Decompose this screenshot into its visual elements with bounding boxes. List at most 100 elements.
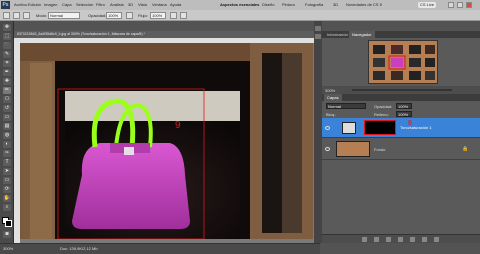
menu-vista[interactable]: Vista <box>138 0 147 10</box>
gradient-tool-icon[interactable]: ▤ <box>3 123 11 130</box>
layer-annotation-number: 8 <box>408 120 412 127</box>
type-tool-icon[interactable]: T <box>3 159 11 166</box>
trash-icon[interactable] <box>434 237 439 242</box>
photo-illustration: 9 <box>20 43 313 239</box>
opacity-label: Opacidad: <box>88 13 107 18</box>
history-brush-tool-icon[interactable]: ↺ <box>3 105 11 112</box>
layer-name-hue-saturation[interactable]: Tono/saturación 1 <box>400 125 432 130</box>
menu-edicion[interactable]: Edición <box>28 0 41 10</box>
menu-seleccion[interactable]: Selección <box>76 0 93 10</box>
actions-panel-icon[interactable] <box>315 34 321 39</box>
new-group-icon[interactable] <box>410 237 415 242</box>
workspace-current[interactable]: Aspectos esenciales <box>220 1 259 9</box>
dodge-tool-icon[interactable]: ◐ <box>3 141 11 148</box>
path-select-tool-icon[interactable]: ➤ <box>3 168 11 175</box>
cs-live-label: CS Live <box>420 2 435 7</box>
canvas-annotation-number: 9 <box>175 120 181 131</box>
tools-panel: ✥ ⬚ ➰ ✎ ⌗ ✒ ✚ ✏ ⎔ ↺ ▭ ▤ ◍ ◐ ✑ T ➤ ▭ ⟳ ✋ … <box>0 21 14 243</box>
document-tab[interactable]: 8370215843_6a4f35d8c9_b.jpg al 300% (Ton… <box>14 31 314 38</box>
marquee-tool-icon[interactable]: ⬚ <box>3 33 11 40</box>
add-mask-icon[interactable] <box>386 237 391 242</box>
tab-navegador[interactable]: Navegador <box>349 31 375 38</box>
doc-size-info[interactable]: Doc: 139,9K/2,12 Mb <box>60 246 98 251</box>
crop-tool-icon[interactable]: ⌗ <box>3 60 11 67</box>
layer-name-fondo[interactable]: Fondo <box>374 147 385 152</box>
link-layers-icon[interactable] <box>362 237 367 242</box>
flow-field[interactable]: 100% <box>150 12 166 19</box>
menu-imagen[interactable]: Imagen <box>44 0 57 10</box>
close-button[interactable] <box>466 2 472 8</box>
new-layer-icon[interactable] <box>422 237 427 242</box>
workspace-pintura[interactable]: Pintura <box>282 1 295 9</box>
menu-3d[interactable]: 3D <box>128 0 133 10</box>
layer-row-fondo[interactable]: Fondo 🔒 <box>322 138 480 160</box>
menu-capa[interactable]: Capa <box>62 0 72 10</box>
document-title: 8370215843_6a4f35d8c9_b.jpg al 300% (Ton… <box>17 32 145 36</box>
zoom-tool-icon[interactable]: ⌕ <box>3 204 11 211</box>
flow-label: Flujo: <box>138 13 148 18</box>
zoom-level[interactable]: 300% <box>3 246 13 251</box>
navigator-zoom-row: 300% <box>322 86 480 94</box>
layer-visibility-eye-icon[interactable] <box>325 126 330 130</box>
layer-opacity-field[interactable]: 100% <box>396 103 412 109</box>
quick-select-tool-icon[interactable]: ✎ <box>3 51 11 58</box>
navigator-zoom-value[interactable]: 300% <box>325 88 335 93</box>
menu-analisis[interactable]: Análisis <box>110 0 124 10</box>
menu-archivo[interactable]: Archivo <box>14 0 27 10</box>
tab-informacion[interactable]: Información <box>324 31 351 38</box>
navigator-preview <box>369 41 437 83</box>
toggle-brush-panel-icon[interactable] <box>23 12 30 19</box>
lock-label: Bloq.: <box>326 112 337 117</box>
menu-filtro[interactable]: Filtro <box>96 0 105 10</box>
quick-mask-icon[interactable]: ◙ <box>3 231 11 238</box>
eyedropper-tool-icon[interactable]: ✒ <box>3 69 11 76</box>
tab-capas[interactable]: Capas <box>324 94 342 101</box>
layer-mask-thumbnail[interactable] <box>364 120 396 135</box>
options-bar: Modo: Normal Opacidad: 100% Flujo: 100% <box>0 10 480 21</box>
layers-tabs: Capas <box>322 94 480 101</box>
mode-select[interactable]: Normal <box>48 12 80 19</box>
clone-stamp-tool-icon[interactable]: ⎔ <box>3 96 11 103</box>
navigator-zoom-slider[interactable] <box>352 89 452 91</box>
lasso-tool-icon[interactable]: ➰ <box>3 42 11 49</box>
blend-mode-select[interactable]: Normal <box>326 103 366 109</box>
cs-live-button[interactable]: CS Live <box>418 2 437 8</box>
app-bar: Ps Archivo Edición Imagen Capa Selección… <box>0 0 480 10</box>
eraser-tool-icon[interactable]: ▭ <box>3 114 11 121</box>
workspace-3d[interactable]: 3D <box>333 1 338 9</box>
app-logo: Ps <box>1 1 10 9</box>
image-canvas[interactable]: 9 <box>20 43 313 239</box>
shape-tool-icon[interactable]: ▭ <box>3 177 11 184</box>
maximize-button[interactable] <box>457 2 463 8</box>
workspace-diseno[interactable]: Diseño <box>262 1 274 9</box>
brush-tool-icon[interactable]: ✏ <box>3 87 11 94</box>
minimize-button[interactable] <box>448 2 454 8</box>
lock-icon: 🔒 <box>462 146 469 152</box>
background-color-swatch[interactable] <box>5 220 12 227</box>
hand-tool-icon[interactable]: ✋ <box>3 195 11 202</box>
brush-size-icon[interactable] <box>13 12 20 19</box>
adjustment-icon[interactable] <box>398 237 403 242</box>
workspace-novedades[interactable]: Novedades de CS 5 <box>346 1 382 9</box>
brush-preset-icon[interactable] <box>3 12 10 19</box>
mode-label: Modo: <box>36 13 48 18</box>
layer-fill-field[interactable]: 100% <box>396 111 412 117</box>
menu-ayuda[interactable]: Ayuda <box>170 0 181 10</box>
layers-bottom-toolbar <box>322 234 480 243</box>
3d-rotate-tool-icon[interactable]: ⟳ <box>3 186 11 193</box>
pressure-opacity-icon[interactable] <box>126 12 133 19</box>
layer-style-icon[interactable] <box>374 237 379 242</box>
layer-row-hue-saturation[interactable]: Tono/saturación 1 8 <box>322 118 480 138</box>
navigator-thumbnail[interactable] <box>368 40 438 84</box>
healing-tool-icon[interactable]: ✚ <box>3 78 11 85</box>
workspace-fotografia[interactable]: Fotografía <box>305 1 323 9</box>
opacity-field[interactable]: 100% <box>106 12 122 19</box>
history-panel-icon[interactable] <box>315 26 321 31</box>
menu-ventana[interactable]: Ventana <box>152 0 167 10</box>
move-tool-icon[interactable]: ✥ <box>3 24 11 31</box>
layer-visibility-eye-icon[interactable] <box>325 147 330 151</box>
blur-tool-icon[interactable]: ◍ <box>3 132 11 139</box>
pressure-size-icon[interactable] <box>180 12 187 19</box>
airbrush-icon[interactable] <box>170 12 177 19</box>
pen-tool-icon[interactable]: ✑ <box>3 150 11 157</box>
